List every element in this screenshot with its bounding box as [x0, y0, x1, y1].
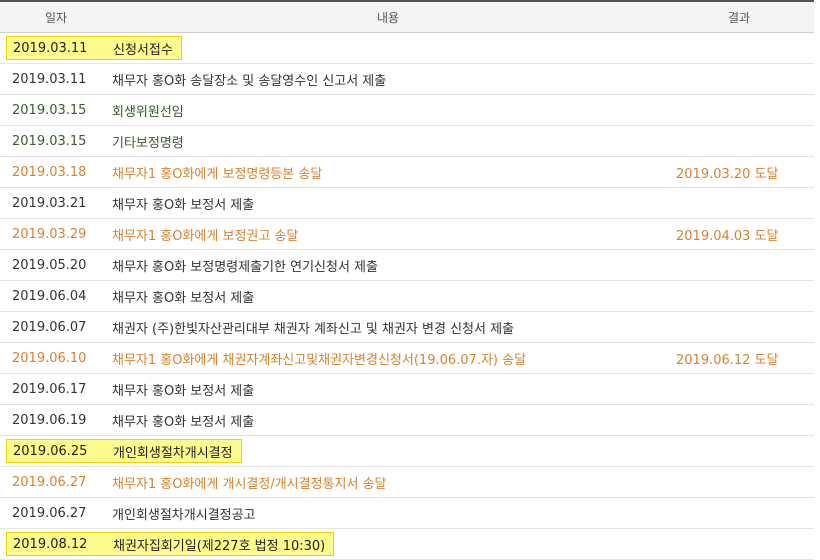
row-result: 2019.06.12 도달 [676, 352, 779, 368]
row-date: 2019.06.04 [12, 288, 87, 304]
row-content: 개인회생절차개시결정공고 [112, 507, 256, 523]
row-date: 2019.03.15 [12, 102, 87, 118]
table-row: 2019.03.15 회생위원선임 [0, 95, 814, 126]
highlight-box: 2019.08.12 채권자집회기일(제227호 법정 10:30) [6, 532, 335, 556]
row-content: 채무자1 홍O화에게 개시결정/개시결정통지서 송달 [112, 476, 387, 492]
table-row: 2019.03.21 채무자 홍O화 보정서 제출 [0, 188, 814, 219]
table-header: 일자 내용 결과 [0, 2, 814, 33]
table-row: 2019.06.19 채무자 홍O화 보정서 제출 [0, 405, 814, 436]
table-row: 2019.06.17 채무자 홍O화 보정서 제출 [0, 374, 814, 405]
table-row: 2019.08.12 채권자집회기일(제227호 법정 10:30) [0, 529, 814, 560]
row-date: 2019.06.07 [12, 319, 87, 335]
row-result: 2019.04.03 도달 [676, 228, 779, 244]
row-date: 2019.03.11 [12, 71, 87, 87]
table-row: 2019.06.04 채무자 홍O화 보정서 제출 [0, 281, 814, 312]
table-row: 2019.05.20 채무자 홍O화 보정명령제출기한 연기신청서 제출 [0, 250, 814, 281]
row-date: 2019.06.27 [12, 505, 87, 521]
row-content: 채권자집회기일(제227호 법정 10:30) [113, 538, 326, 554]
row-date: 2019.03.29 [12, 226, 87, 242]
case-progress-table: 일자 내용 결과 2019.03.11 신청서접수 2019.03.11 채무자 홍O… [0, 0, 814, 560]
table-row: 2019.03.15 기타보정명령 [0, 126, 814, 157]
row-content: 채무자1 홍O화에게 채권자계좌신고및채권자변경신청서(19.06.07.자) … [112, 352, 527, 368]
row-date: 2019.06.19 [12, 412, 87, 428]
row-content: 채무자 홍O화 보정명령제출기한 연기신청서 제출 [112, 259, 378, 275]
table-body: 2019.03.11 신청서접수 2019.03.11 채무자 홍O화 송달장소 및 … [0, 33, 814, 560]
row-date: 2019.06.25 [13, 443, 88, 459]
row-content: 채무자 홍O화 보정서 제출 [112, 414, 255, 430]
table-row: 2019.03.29 채무자1 홍O화에게 보정권고 송달 2019.04.03 도… [0, 219, 814, 250]
row-content: 기타보정명령 [112, 135, 184, 151]
row-content: 채무자 홍O화 보정서 제출 [112, 290, 255, 306]
table-row: 2019.06.27 개인회생절차개시결정공고 [0, 498, 814, 529]
row-content: 회생위원선임 [112, 104, 184, 120]
row-content: 채무자1 홍O화에게 보정명령등본 송달 [112, 166, 323, 182]
row-date: 2019.06.27 [12, 474, 87, 490]
row-date: 2019.05.20 [12, 257, 87, 273]
table-row: 2019.03.11 신청서접수 [0, 33, 814, 64]
header-content: 내용 [376, 10, 400, 25]
table-row: 2019.03.11 채무자 홍O화 송달장소 및 송달영수인 신고서 제출 [0, 64, 814, 95]
header-date: 일자 [44, 10, 68, 25]
table-row: 2019.03.18 채무자1 홍O화에게 보정명령등본 송달 2019.03.20… [0, 157, 814, 188]
row-content: 채무자1 홍O화에게 보정권고 송달 [112, 228, 299, 244]
row-date: 2019.03.11 [13, 40, 88, 56]
row-content: 채권자 (주)한빛자산관리대부 채권자 계좌신고 및 채권자 변경 신청서 제출 [112, 321, 515, 337]
row-content: 개인회생절차개시결정 [113, 445, 233, 461]
highlight-box: 2019.03.11 신청서접수 [6, 36, 182, 60]
row-date: 2019.03.18 [12, 164, 87, 180]
table-row: 2019.06.25 개인회생절차개시결정 [0, 436, 814, 467]
row-date: 2019.03.21 [12, 195, 87, 211]
header-result: 결과 [727, 10, 751, 25]
table-row: 2019.06.07 채권자 (주)한빛자산관리대부 채권자 계좌신고 및 채권자… [0, 312, 814, 343]
row-date: 2019.03.15 [12, 133, 87, 149]
row-content: 채무자 홍O화 송달장소 및 송달영수인 신고서 제출 [112, 73, 387, 89]
row-content: 채무자 홍O화 보정서 제출 [112, 383, 255, 399]
row-date: 2019.08.12 [13, 536, 88, 552]
row-content: 채무자 홍O화 보정서 제출 [112, 197, 255, 213]
table-row: 2019.06.10 채무자1 홍O화에게 채권자계좌신고및채권자변경신청서(19… [0, 343, 814, 374]
row-result: 2019.03.20 도달 [676, 166, 779, 182]
row-date: 2019.06.10 [12, 350, 87, 366]
highlight-box: 2019.06.25 개인회생절차개시결정 [6, 439, 242, 463]
row-content: 신청서접수 [113, 42, 173, 58]
table-row: 2019.06.27 채무자1 홍O화에게 개시결정/개시결정통지서 송달 [0, 467, 814, 498]
row-date: 2019.06.17 [12, 381, 87, 397]
